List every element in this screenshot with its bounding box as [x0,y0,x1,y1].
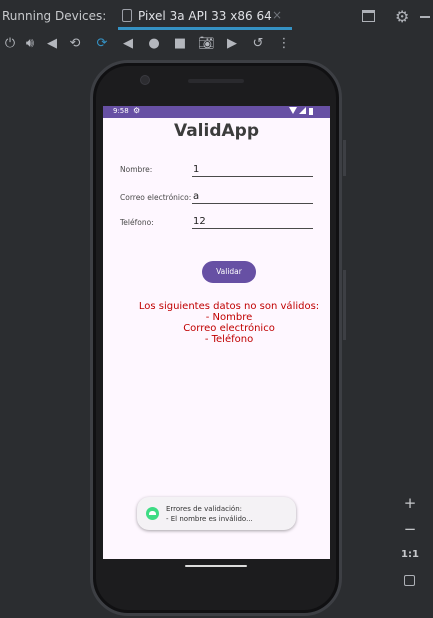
battery-icon [309,108,313,115]
home-gesture-bar[interactable] [185,565,247,567]
app-title: ValidApp [173,121,260,141]
settings-status-icon: ⚙ [133,106,141,115]
phone-device-icon [122,9,132,22]
close-icon[interactable]: × [272,8,282,22]
device-screen[interactable]: 9:58 ⚙ ValidApp Nombre: 1 Correo electró… [103,106,330,559]
signal-icon [299,107,306,114]
fit-screen-icon[interactable] [404,575,415,586]
back-icon[interactable]: ◀ [120,36,136,52]
rotate-right-icon[interactable]: ⟳ [94,36,110,52]
android-icon [146,507,159,520]
name-label: Nombre: [120,165,153,174]
phone-label: Teléfono: [120,218,154,227]
status-time: 9:58 [113,107,129,115]
toast-message: Errores de validación: - El nombre es in… [137,497,296,530]
validate-button[interactable]: Validar [202,261,256,283]
side-button [343,140,346,176]
email-label: Correo electrónico: [120,193,192,202]
volume-down-icon[interactable]: ◀ [44,36,60,52]
errors-heading: Los siguientes datos no son válidos: [138,301,320,312]
tool-window-header: Running Devices: Pixel 3a API 33 x86 64 … [0,0,433,33]
toast-title: Errores de validación: [166,505,242,513]
toast-detail: - El nombre es inválido... [166,515,253,523]
running-devices-title: Running Devices: [2,9,107,23]
rotate-left-icon[interactable]: ⟲ [67,36,83,52]
camera-icon[interactable]: 📷︎ [198,36,215,52]
error-item: Correo electrónico [183,323,275,334]
speaker-grille [188,79,244,83]
actual-size-button[interactable]: 1:1 [398,544,422,566]
phone-field[interactable]: 12 [192,215,313,229]
volume-up-icon[interactable]: 🔊︎ [22,36,38,52]
power-icon[interactable]: ⏻ [2,36,18,52]
front-camera [140,75,150,85]
validation-errors: Los siguientes datos no son válidos: - N… [103,301,330,345]
tab-pixel-3a[interactable]: Pixel 3a API 33 x86 64 × [118,0,292,33]
restore-icon[interactable]: ↺ [250,36,266,52]
wifi-icon [289,107,297,114]
tab-active-indicator [118,27,292,30]
name-field[interactable]: 1 [192,163,313,177]
window-layout-icon[interactable] [362,10,375,22]
gear-icon[interactable]: ⚙ [395,7,411,26]
email-field[interactable]: a [192,190,313,204]
tab-label: Pixel 3a API 33 x86 64 [138,9,272,23]
error-item: - Teléfono [204,334,254,345]
error-item: - Nombre [205,312,253,323]
home-icon[interactable]: ● [146,36,162,52]
zoom-out-button[interactable]: − [398,518,422,540]
more-icon[interactable]: ⋮ [276,36,292,52]
zoom-in-button[interactable]: + [398,492,422,514]
record-icon[interactable]: ▶ [224,36,240,52]
overview-icon[interactable]: ■ [172,36,188,52]
volume-rocker [343,270,346,340]
status-bar: 9:58 ⚙ [103,106,330,118]
device-toolbar: ⏻ 🔊︎ ◀ ⟲ ⟳ ◀ ● ■ 📷︎ ▶ ↺ ⋮ [0,33,433,57]
minimize-icon[interactable] [420,16,430,18]
